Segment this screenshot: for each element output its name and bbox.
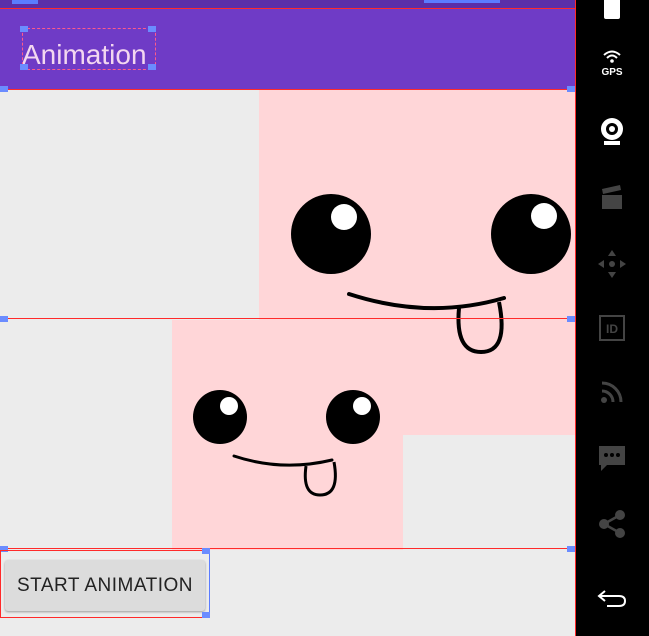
start-animation-button[interactable]: START ANIMATION — [5, 560, 205, 611]
dpad-icon[interactable] — [592, 244, 632, 284]
clapperboard-icon[interactable] — [592, 178, 632, 218]
selection-handle — [202, 612, 210, 618]
selection-handle — [20, 64, 28, 70]
app-toolbar: Animation — [0, 8, 575, 90]
app-screen: Animation START ANIMATION — [0, 0, 575, 636]
camera-icon[interactable] — [592, 112, 632, 152]
selection-handle — [12, 0, 38, 4]
smiley-face-icon — [193, 390, 380, 497]
selection-handle — [20, 26, 28, 32]
selection-handle — [0, 316, 8, 322]
battery-icon[interactable] — [592, 0, 632, 26]
layout-bound-line — [0, 548, 575, 549]
selection-handle — [148, 64, 156, 70]
layout-bound-line — [0, 318, 575, 319]
selection-handle — [424, 0, 500, 3]
gps-label: GPS — [601, 67, 623, 78]
small-face-image — [172, 320, 403, 550]
layout-bound-line — [575, 0, 576, 636]
gps-icon[interactable] — [592, 46, 632, 66]
title-layout-bounds — [22, 28, 156, 70]
selection-handle — [567, 546, 575, 552]
share-icon[interactable] — [592, 504, 632, 544]
emulator-sidebar: GPS ID — [575, 0, 649, 636]
selection-handle — [567, 316, 575, 322]
back-icon[interactable] — [592, 578, 632, 618]
selection-handle — [567, 86, 575, 92]
selection-handle — [0, 86, 8, 92]
svg-text:ID: ID — [606, 322, 618, 336]
id-icon[interactable]: ID — [592, 308, 632, 348]
rss-icon[interactable] — [592, 372, 632, 412]
layout-bound-line — [0, 8, 575, 9]
selection-handle — [148, 26, 156, 32]
selection-handle — [202, 548, 210, 554]
message-icon[interactable] — [592, 438, 632, 478]
